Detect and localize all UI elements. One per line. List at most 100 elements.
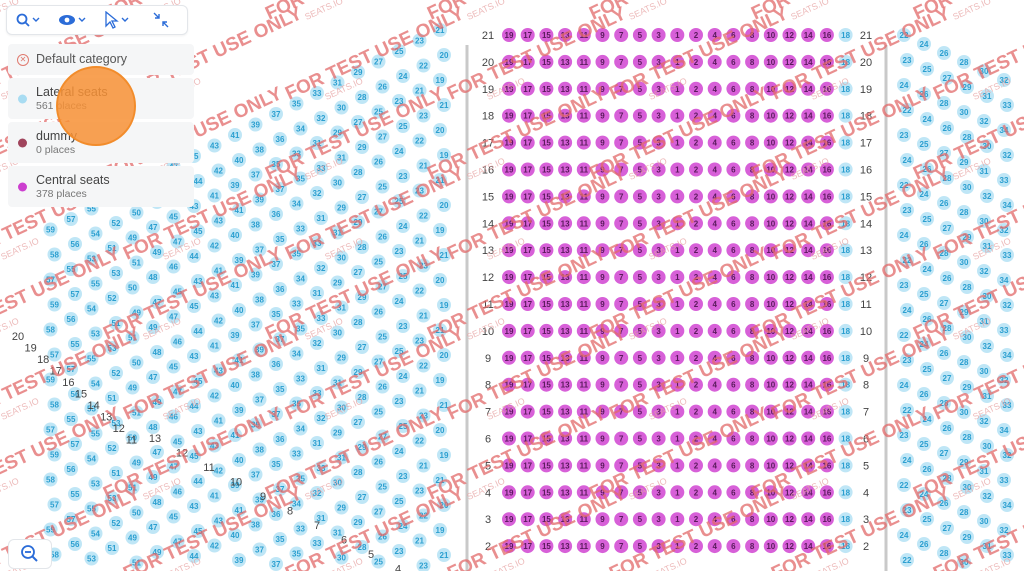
seat[interactable]: 37 (269, 107, 283, 121)
seat[interactable]: 23 (897, 128, 911, 142)
seat[interactable]: 43 (187, 349, 201, 363)
seat[interactable]: 10 (763, 297, 778, 311)
seat[interactable]: 6 (726, 539, 741, 554)
seat[interactable]: 13 (558, 485, 573, 500)
seat[interactable]: 37 (248, 317, 263, 332)
seat[interactable]: 36 (273, 432, 287, 446)
seat[interactable]: 41 (211, 413, 226, 428)
seat[interactable]: 19 (502, 485, 516, 500)
seat[interactable]: 38 (248, 217, 263, 232)
seat[interactable]: 20 (437, 198, 451, 212)
seat[interactable]: 17 (520, 404, 535, 419)
seat[interactable]: 5 (632, 108, 647, 123)
seat[interactable]: 50 (125, 280, 140, 295)
seat[interactable]: 2 (689, 458, 703, 473)
seat[interactable]: 9 (595, 270, 610, 285)
seat[interactable]: 25 (917, 137, 931, 151)
seat[interactable]: 23 (392, 544, 406, 558)
seat[interactable]: 25 (920, 212, 934, 226)
seat[interactable]: 33 (997, 173, 1011, 187)
seat[interactable]: 13 (558, 135, 573, 150)
seat[interactable]: 11 (576, 216, 591, 231)
seat[interactable]: 3 (651, 270, 666, 285)
seat[interactable]: 44 (191, 474, 205, 488)
seat[interactable]: 12 (782, 270, 797, 285)
seat[interactable]: 17 (520, 323, 535, 338)
seat[interactable]: 14 (801, 28, 816, 42)
seat[interactable]: 9 (595, 458, 610, 473)
seat[interactable]: 2 (689, 323, 703, 338)
seat[interactable]: 9 (595, 54, 610, 69)
seat[interactable]: 11 (576, 458, 591, 473)
seat[interactable]: 35 (273, 382, 287, 396)
seat[interactable]: 28 (351, 165, 365, 179)
seat[interactable]: 58 (47, 397, 62, 412)
seat[interactable]: 38 (248, 367, 263, 382)
seat[interactable]: 25 (917, 287, 931, 301)
seat[interactable]: 51 (105, 391, 119, 405)
seat[interactable]: 12 (782, 189, 797, 204)
seat[interactable]: 12 (782, 539, 797, 554)
seat[interactable]: 26 (917, 537, 931, 551)
legend-default-category[interactable]: ✕ Default category (8, 44, 194, 75)
seat[interactable]: 42 (207, 388, 222, 403)
seat[interactable]: 18 (838, 485, 853, 500)
seat[interactable]: 4 (707, 485, 722, 500)
seat[interactable]: 14 (801, 270, 816, 285)
seat[interactable]: 16 (819, 189, 834, 204)
seat[interactable]: 16 (819, 270, 834, 285)
seat[interactable]: 6 (726, 135, 741, 150)
seat[interactable]: 44 (191, 324, 205, 338)
seat[interactable]: 54 (84, 301, 99, 316)
seat[interactable]: 2 (689, 404, 703, 419)
seat[interactable]: 34 (293, 121, 308, 136)
seat[interactable]: 33 (1000, 98, 1014, 112)
seat[interactable]: 54 (88, 226, 103, 241)
seat[interactable]: 23 (396, 469, 410, 483)
seat[interactable]: 7 (614, 216, 629, 231)
seat[interactable]: 4 (707, 162, 722, 177)
seat[interactable]: 25 (917, 437, 931, 451)
seat[interactable]: 16 (819, 28, 834, 42)
seat[interactable]: 24 (900, 453, 914, 467)
seat[interactable]: 1 (670, 162, 685, 177)
seat[interactable]: 57 (68, 287, 82, 301)
seat[interactable]: 8 (745, 135, 760, 150)
seat[interactable]: 19 (433, 373, 447, 387)
seat[interactable]: 17 (520, 162, 535, 177)
seat[interactable]: 15 (539, 135, 554, 150)
seat[interactable]: 19 (502, 189, 516, 204)
seat[interactable]: 8 (745, 297, 760, 311)
seat[interactable]: 43 (207, 138, 222, 153)
seat[interactable]: 12 (782, 54, 797, 69)
seat[interactable]: 12 (782, 377, 797, 392)
seat[interactable]: 28 (957, 355, 971, 369)
seat[interactable]: 10 (763, 431, 778, 446)
seat[interactable]: 25 (375, 179, 390, 194)
seat[interactable]: 24 (897, 228, 911, 242)
seat[interactable]: 41 (228, 128, 242, 142)
seat[interactable]: 18 (838, 162, 853, 177)
seat[interactable]: 3 (651, 512, 666, 527)
seat[interactable]: 4 (707, 243, 722, 258)
seat[interactable]: 52 (105, 441, 119, 455)
seat[interactable]: 7 (614, 270, 629, 285)
seat[interactable]: 9 (595, 297, 610, 311)
seat[interactable]: 18 (838, 323, 853, 338)
seat[interactable]: 59 (47, 297, 62, 312)
seat[interactable]: 6 (726, 162, 741, 177)
seat[interactable]: 22 (900, 553, 914, 567)
seat[interactable]: 11 (576, 377, 591, 392)
seat[interactable]: 34 (289, 196, 304, 211)
seat[interactable]: 8 (745, 54, 760, 69)
seat[interactable]: 7 (614, 377, 629, 392)
seat[interactable]: 15 (539, 297, 554, 311)
seat[interactable]: 33 (293, 371, 308, 386)
seat[interactable]: 19 (502, 270, 516, 285)
seat[interactable]: 26 (937, 196, 951, 210)
seat[interactable]: 56 (64, 462, 78, 476)
seat[interactable]: 45 (166, 359, 181, 374)
seat[interactable]: 42 (211, 313, 226, 328)
seat[interactable]: 12 (782, 431, 797, 446)
seat[interactable]: 37 (248, 467, 263, 482)
